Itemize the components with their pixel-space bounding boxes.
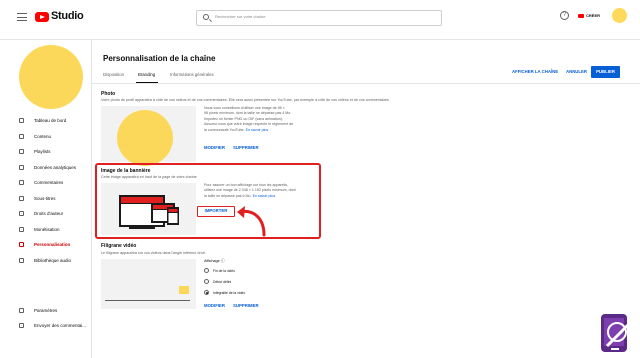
sidebar-item-customization[interactable]: Personnalisation: [0, 238, 92, 252]
top-bar: Studio Rechercher sur votre chaîne ? CRÉ…: [0, 0, 640, 40]
sidebar-item-content[interactable]: Contenu: [0, 130, 92, 144]
radio-custom-start[interactable]: [204, 279, 209, 284]
tab-branding[interactable]: Branding: [138, 72, 155, 77]
sidebar-item-label: Personnalisation: [34, 242, 71, 247]
sidebar-item-label: Envoyer des commentai...: [34, 323, 87, 328]
watermark-delete-button[interactable]: SUPPRIMER: [233, 303, 259, 308]
banner-section-title: Image de la bannière: [101, 168, 151, 174]
feedback-icon: [19, 323, 24, 328]
channel-avatar[interactable]: [19, 45, 83, 109]
watermark-modify-button[interactable]: MODIFIER: [204, 303, 225, 308]
sidebar-item-feedback[interactable]: Envoyer des commentai...: [0, 319, 92, 333]
cancel-button[interactable]: ANNULER: [566, 69, 587, 74]
sidebar-item-label: Données analytiques: [34, 165, 77, 170]
sidebar-item-label: Droits d'auteur: [34, 211, 64, 216]
sidebar-item-label: Bibliothèque audio: [34, 258, 72, 263]
view-channel-button[interactable]: AFFICHER LA CHAÎNE: [512, 69, 558, 74]
photo-modify-button[interactable]: MODIFIER: [204, 145, 225, 150]
learn-more-link[interactable]: En savoir plus: [253, 194, 276, 198]
radio-end-of-video-label: Fin de la vidéo: [213, 269, 236, 273]
page-title: Personnalisation de la chaîne: [103, 54, 216, 63]
watermark-section-desc: Le filigrane apparaîtra sur vos vidéos d…: [101, 251, 206, 255]
photo-section-title: Photo: [101, 91, 116, 97]
monetization-icon: [19, 227, 24, 232]
search-placeholder: Rechercher sur votre chaîne: [215, 14, 266, 19]
watermark-section-title: Filigrane vidéo: [101, 243, 137, 249]
subtitles-icon: [19, 196, 24, 201]
radio-entire-video-label: Intégralité de la vidéo: [213, 291, 246, 295]
radio-custom-start-label: Début défini: [213, 280, 232, 284]
watermark-preview-panel: [101, 259, 196, 309]
watermark-thumbnail: [179, 286, 189, 294]
create-label: CRÉER: [586, 13, 601, 18]
sidebar-item-audio-library[interactable]: Bibliothèque audio: [0, 254, 92, 268]
sidebar-item-subtitles[interactable]: Sous-titres: [0, 192, 92, 206]
tab-disposition[interactable]: Disposition: [103, 72, 124, 77]
photo-section-desc: Votre photo de profil apparaîtra à côté …: [101, 98, 389, 102]
banner-info-line: la taille ne dépasse pas 6 Mo. En savoir…: [204, 193, 276, 198]
site-brand-logo: [601, 314, 631, 352]
header-divider: [92, 83, 640, 84]
content-icon: [19, 134, 24, 139]
sidebar-item-comments[interactable]: Commentaires: [0, 176, 92, 190]
sidebar-item-label: Contenu: [34, 134, 52, 139]
video-progress-bar: [105, 300, 190, 302]
tab-general-info[interactable]: Informations générales: [170, 72, 214, 77]
comments-icon: [19, 180, 24, 185]
photo-delete-button[interactable]: SUPPRIMER: [233, 145, 259, 150]
sidebar-item-label: Paramètres: [34, 308, 58, 313]
sidebar-item-analytics[interactable]: Données analytiques: [0, 161, 92, 175]
audio-library-icon: [19, 258, 24, 263]
help-icon[interactable]: ?: [560, 11, 569, 20]
photo-info: Nous vous conseillons d'utiliser une ima…: [204, 106, 293, 133]
radio-end-of-video[interactable]: [204, 268, 209, 273]
youtube-logo-icon[interactable]: [35, 12, 49, 22]
import-button[interactable]: IMPORTER: [197, 206, 235, 217]
sidebar-item-monetization[interactable]: Monétisation: [0, 223, 92, 237]
account-avatar[interactable]: [612, 8, 627, 23]
search-icon[interactable]: [203, 14, 209, 20]
create-video-icon: [578, 14, 584, 18]
profile-photo-preview: [117, 110, 173, 166]
learn-more-link[interactable]: En savoir plus: [246, 128, 269, 132]
studio-logo-text[interactable]: Studio: [51, 10, 84, 22]
sidebar-item-label: Playlists: [34, 149, 51, 154]
playlists-icon: [19, 149, 24, 154]
devices-illustration-icon: [119, 195, 179, 229]
analytics-icon: [19, 165, 24, 170]
arrow-pointer-icon: [237, 206, 266, 237]
sidebar-item-settings[interactable]: Paramètres: [0, 304, 92, 318]
sidebar-item-dashboard[interactable]: Tableau de bord: [0, 114, 92, 128]
photo-info-line: la communauté YouTube. En savoir plus: [204, 127, 269, 132]
banner-info: Pour assurer un bon affichage sur tous l…: [204, 183, 296, 199]
dashboard-icon: [19, 118, 24, 123]
display-label: Affichage ⓘ: [204, 259, 225, 263]
customization-icon: [19, 242, 24, 247]
settings-icon: [19, 308, 24, 313]
sidebar-item-label: Tableau de bord: [34, 118, 67, 123]
sidebar-item-label: Sous-titres: [34, 196, 56, 201]
copyright-icon: [19, 211, 24, 216]
banner-section-desc: Cette image apparaîtra en haut de la pag…: [101, 175, 197, 179]
sidebar-item-copyright[interactable]: Droits d'auteur: [0, 207, 92, 221]
publish-button[interactable]: PUBLIER: [591, 66, 620, 78]
sidebar-item-label: Commentaires: [34, 180, 64, 185]
sidebar-item-label: Monétisation: [34, 227, 60, 232]
radio-entire-video[interactable]: [204, 290, 209, 295]
sidebar-item-playlists[interactable]: Playlists: [0, 145, 92, 159]
menu-icon[interactable]: [17, 13, 27, 21]
